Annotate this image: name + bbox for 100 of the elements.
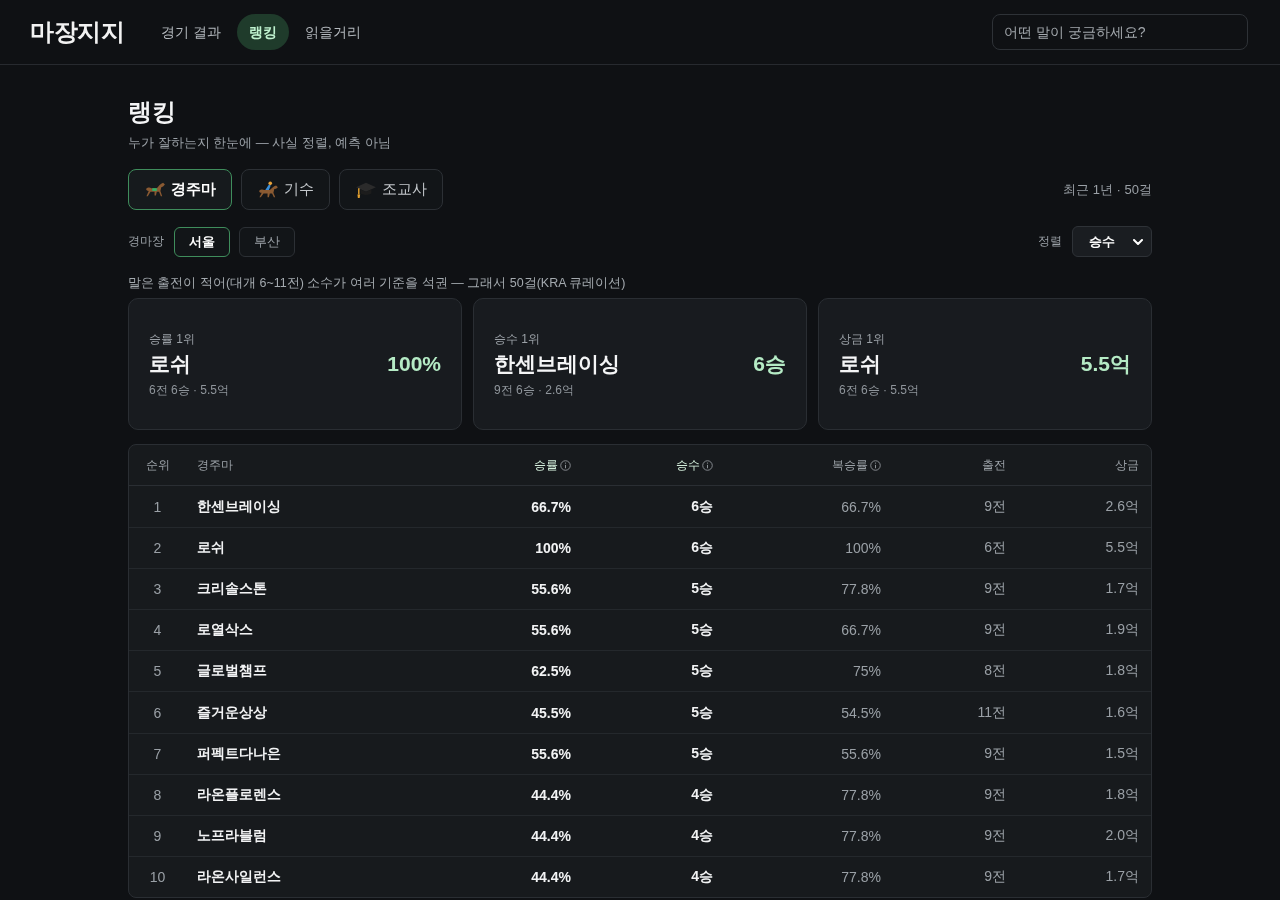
table-cell: 75%: [852, 663, 881, 680]
card-detail: 6전 6승 · 5.5억: [839, 381, 921, 398]
table-cell: 6승: [691, 539, 713, 556]
venue-button[interactable]: 서울: [174, 226, 230, 257]
column-header: 상금: [1115, 456, 1139, 474]
rank-cell: 1: [153, 498, 162, 515]
table-cell: 4승: [691, 785, 713, 802]
table-cell: 9전: [984, 580, 1006, 597]
table-cell: 66.7%: [841, 622, 881, 639]
table-cell: 5승: [691, 580, 713, 597]
table-cell: 66.7%: [531, 498, 571, 515]
table-cell: 5승: [691, 703, 713, 720]
sort-label: 정렬: [1038, 233, 1062, 250]
horse-name-cell: 한센브레이싱: [197, 497, 281, 514]
card-detail: 9전 6승 · 2.6억: [494, 381, 576, 398]
period-text: 최근 1년 · 50걸: [1063, 180, 1152, 199]
column-header: 경주마: [197, 456, 233, 474]
horse-name-cell: 노프라블럼: [197, 826, 267, 843]
table-cell: 77.8%: [841, 581, 881, 598]
nav-link[interactable]: 경기 결과: [149, 14, 233, 50]
info-icon[interactable]: [870, 459, 881, 471]
horse-icon: [144, 180, 166, 199]
table-cell: 9전: [984, 867, 1006, 884]
table-cell: 4승: [691, 867, 713, 884]
table-cell: 100%: [535, 540, 571, 557]
table-cell: 5승: [691, 662, 713, 679]
horse-name-cell: 즐거운상상: [197, 703, 267, 720]
search-field[interactable]: 어떤 말이 궁금하세요?: [992, 14, 1248, 50]
table-cell: 2.6억: [1105, 497, 1139, 514]
table-cell: 54.5%: [841, 704, 881, 721]
table-cell: 55.6%: [531, 581, 571, 598]
logo[interactable]: 마장지지: [30, 16, 124, 48]
info-icon[interactable]: [560, 459, 571, 471]
nav-link[interactable]: 랭킹: [236, 14, 289, 50]
table-cell: 55.6%: [531, 745, 571, 762]
rider-on-horse-icon: [257, 180, 279, 199]
table-cell: 9전: [984, 785, 1006, 802]
table-cell: 4승: [691, 826, 713, 843]
table-cell: 9전: [984, 826, 1006, 843]
card-horse-name: 로쉬: [149, 350, 191, 377]
table-cell: 1.5억: [1105, 744, 1139, 761]
table-cell: 9전: [984, 621, 1006, 638]
card-detail: 6전 6승 · 5.5억: [149, 381, 231, 398]
card-horse-name: 한센브레이싱: [494, 350, 620, 377]
card-label: 승수 1위: [494, 330, 541, 347]
rank-cell: 2: [153, 540, 162, 557]
card-value: 5.5억: [1080, 350, 1131, 377]
rank-cell: 4: [153, 622, 162, 639]
table-cell: 55.6%: [841, 745, 881, 762]
category-tab[interactable]: 조교사: [339, 169, 443, 210]
table-cell: 44.4%: [531, 868, 571, 885]
table-cell: 1.7억: [1105, 580, 1139, 597]
table-cell: 1.8억: [1105, 785, 1139, 802]
table-cell: 44.4%: [531, 786, 571, 803]
table-cell: 66.7%: [841, 498, 881, 515]
table-cell: 5승: [691, 744, 713, 761]
column-header: 복승률: [832, 456, 868, 474]
venue-button[interactable]: 부산: [239, 226, 295, 257]
table-cell: 100%: [845, 540, 881, 557]
category-tab[interactable]: 경주마: [128, 169, 232, 210]
rank-cell: 10: [149, 868, 166, 885]
nav-link[interactable]: 읽을거리: [292, 14, 373, 50]
column-header: 승률: [534, 456, 558, 474]
page-subtitle: 누가 잘하는지 한눈에 — 사실 정렬, 예측 아님: [128, 135, 392, 151]
note-text: 말은 출전이 적어(대개 6~11전) 소수가 여러 기준을 석권 — 그래서 50걸(KRA 큐레이션): [128, 276, 627, 290]
horse-name-cell: 라온사일런스: [197, 867, 281, 884]
card-value: 6승: [753, 350, 786, 377]
horse-name-cell: 퍼펙트다나은: [197, 744, 281, 761]
horse-name-cell: 로쉬: [197, 539, 225, 556]
card-value: 100%: [387, 350, 441, 377]
rank-cell: 8: [153, 786, 162, 803]
card-label: 상금 1위: [839, 330, 886, 347]
table-cell: 44.4%: [531, 827, 571, 844]
horse-name-cell: 크리솔스톤: [197, 580, 267, 597]
info-icon[interactable]: [702, 459, 713, 471]
table-cell: 6전: [984, 539, 1006, 556]
sort-select[interactable]: 승수: [1072, 226, 1152, 257]
category-tab[interactable]: 기수: [241, 169, 330, 210]
table-cell: 1.6억: [1105, 703, 1139, 720]
table-cell: 8전: [984, 662, 1006, 679]
table-cell: 1.7억: [1105, 867, 1139, 884]
table-cell: 2.0억: [1105, 826, 1139, 843]
chevron-down-icon: [1133, 238, 1143, 245]
rank-cell: 5: [153, 663, 162, 680]
table-cell: 77.8%: [841, 827, 881, 844]
table-cell: 45.5%: [531, 704, 571, 721]
rank-cell: 3: [153, 581, 162, 598]
rank-cell: 6: [153, 704, 162, 721]
table-cell: 9전: [984, 744, 1006, 761]
horse-name-cell: 라온플로렌스: [197, 785, 281, 802]
rank-cell: 7: [153, 745, 162, 762]
card-label: 승률 1위: [149, 330, 196, 347]
column-header: 승수: [676, 456, 700, 474]
table-cell: 55.6%: [531, 622, 571, 639]
rank-cell: 9: [153, 827, 162, 844]
card-horse-name: 로쉬: [839, 350, 881, 377]
table-cell: 5.5억: [1105, 539, 1139, 556]
table-cell: 9전: [984, 497, 1006, 514]
table-cell: 6승: [691, 497, 713, 514]
horse-name-cell: 글로벌챔프: [197, 662, 267, 679]
